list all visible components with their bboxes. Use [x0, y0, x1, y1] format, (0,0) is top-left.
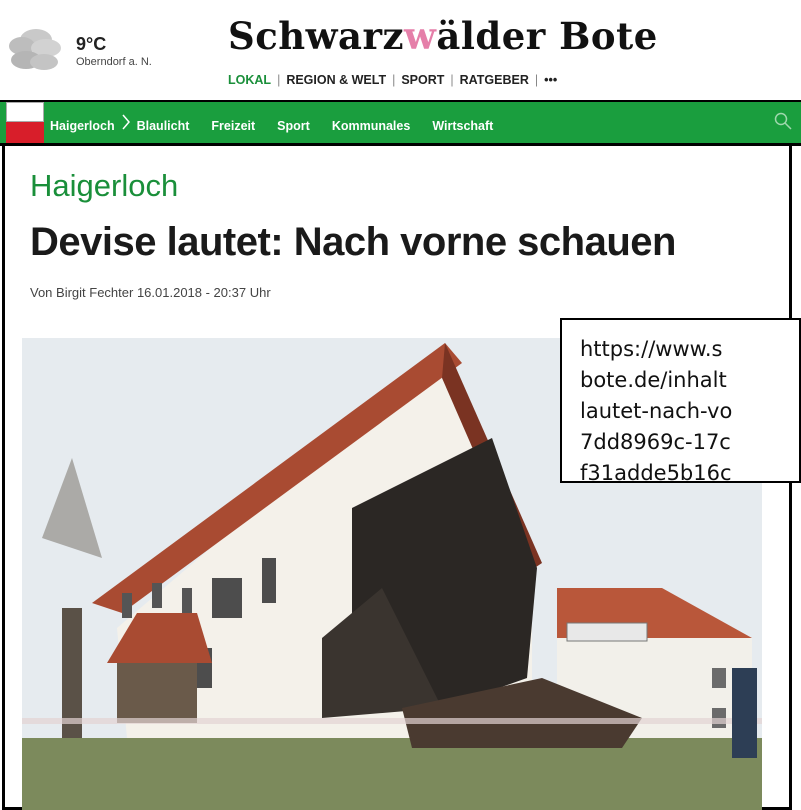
- nav-item-freizeit[interactable]: Freizeit: [211, 119, 255, 133]
- cloud-icon: [9, 29, 61, 70]
- nav-item-kommunales[interactable]: Kommunales: [332, 119, 411, 133]
- url-overlay: https://www.s bote.de/inhalt lautet-nach…: [560, 318, 801, 483]
- site-header: 9°C Oberndorf a. N. Schwarzwälder Bote L…: [0, 0, 801, 100]
- top-nav: LOKAL | REGION & WELT | SPORT | RATGEBER | •••: [228, 73, 558, 87]
- article-byline: Von Birgit Fechter 16.01.2018 - 20:37 Uh…: [30, 285, 271, 300]
- article-kicker[interactable]: Haigerloch: [30, 168, 178, 204]
- top-nav-lokal[interactable]: LOKAL: [228, 73, 271, 87]
- section-nav: Haigerloch Blaulicht Freizeit Sport Kommunal…: [0, 100, 801, 146]
- logo-mask: w: [403, 14, 437, 58]
- top-nav-ratgeber[interactable]: RATGEBER: [460, 73, 529, 87]
- url-line: 7dd8969c-17c: [580, 430, 731, 454]
- chevron-right-icon: [122, 114, 130, 130]
- url-line: lautet-nach-vo: [580, 399, 733, 423]
- article-headline: Devise lautet: Nach vorne schauen: [30, 220, 676, 264]
- logo-text-2: älder Bote: [436, 14, 658, 58]
- nav-item-sport[interactable]: Sport: [277, 119, 310, 133]
- nav-item-blaulicht[interactable]: Blaulicht: [137, 119, 190, 133]
- logo-text-1: Schwarz: [228, 14, 404, 58]
- url-line: f31adde5b16c: [580, 461, 732, 483]
- top-nav-region-welt[interactable]: REGION & WELT: [286, 73, 386, 87]
- url-line: https://www.s: [580, 337, 723, 361]
- weather-widget[interactable]: 9°C Oberndorf a. N.: [6, 22, 206, 82]
- top-nav-sport[interactable]: SPORT: [401, 73, 444, 87]
- top-nav-more[interactable]: •••: [544, 73, 557, 87]
- url-line: bote.de/inhalt: [580, 368, 727, 392]
- weather-location: Oberndorf a. N.: [76, 56, 152, 68]
- city-flag-icon: [6, 102, 44, 143]
- nav-item-haigerloch[interactable]: Haigerloch: [50, 119, 115, 133]
- temperature: 9°C: [76, 34, 107, 54]
- nav-item-wirtschaft[interactable]: Wirtschaft: [432, 119, 493, 133]
- site-logo[interactable]: Schwarzwälder Bote: [228, 14, 658, 58]
- search-icon[interactable]: [774, 112, 792, 130]
